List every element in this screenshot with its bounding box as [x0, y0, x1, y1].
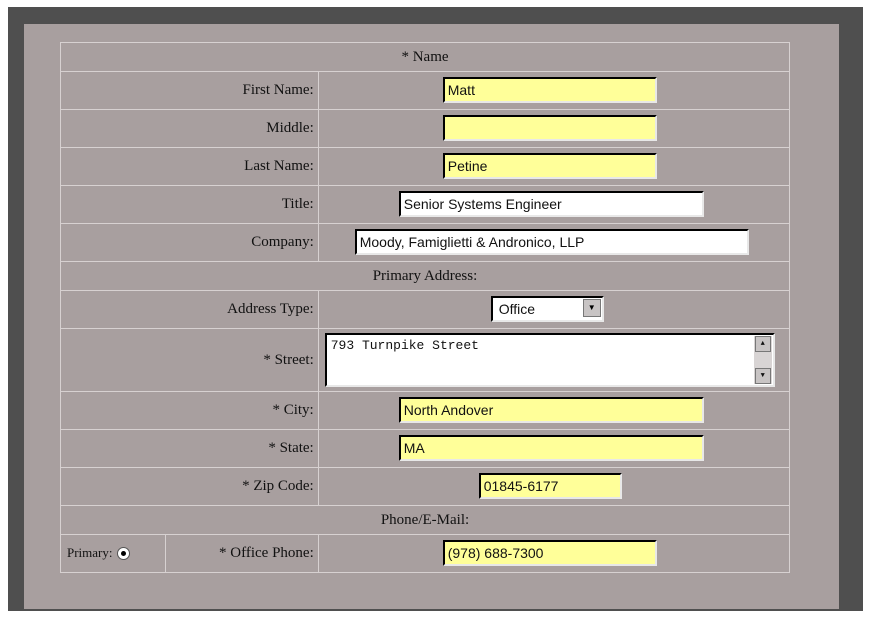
- address-type-value: Office: [498, 301, 536, 317]
- address-type-label: Address Type:: [60, 290, 319, 329]
- primary-cell: Primary:: [60, 534, 166, 573]
- first-name-label: First Name:: [60, 71, 319, 110]
- title-input[interactable]: Senior Systems Engineer: [398, 191, 704, 217]
- phone-section-header: Phone/E-Mail:: [60, 505, 790, 535]
- street-value: 793 Turnpike Street: [330, 338, 479, 353]
- zip-code-input[interactable]: 01845-6177: [478, 473, 622, 499]
- company-input[interactable]: Moody, Famiglietti & Andronico, LLP: [354, 229, 749, 255]
- first-name-input[interactable]: Matt: [442, 77, 657, 103]
- primary-radio[interactable]: [116, 547, 130, 561]
- scroll-up-icon[interactable]: ▲: [754, 336, 771, 352]
- address-type-select[interactable]: Office ▼: [490, 296, 604, 322]
- name-section-header: * Name: [60, 42, 790, 72]
- title-label: Title:: [60, 185, 319, 224]
- middle-name-input[interactable]: [442, 115, 657, 141]
- address-section-header: Primary Address:: [60, 261, 790, 291]
- company-label: Company:: [60, 223, 319, 262]
- city-label: * City:: [60, 391, 319, 430]
- chevron-down-icon[interactable]: ▼: [582, 299, 601, 317]
- last-name-label: Last Name:: [60, 147, 319, 186]
- state-label: * State:: [60, 429, 319, 468]
- middle-name-label: Middle:: [60, 109, 319, 148]
- primary-label: Primary:: [67, 545, 113, 560]
- office-phone-input[interactable]: (978) 688-7300: [442, 540, 657, 566]
- state-input[interactable]: MA: [398, 435, 704, 461]
- last-name-input[interactable]: Petine: [442, 153, 657, 179]
- street-scrollbar[interactable]: ▲ ▼: [753, 336, 772, 384]
- zip-code-label: * Zip Code:: [60, 467, 319, 506]
- scroll-down-icon[interactable]: ▼: [754, 368, 771, 384]
- contact-form: * Name First Name: Matt Middle: Last Nam…: [60, 42, 791, 573]
- city-input[interactable]: North Andover: [398, 397, 704, 423]
- form-page: * Name First Name: Matt Middle: Last Nam…: [24, 24, 839, 609]
- street-label: * Street:: [60, 328, 319, 392]
- street-textarea[interactable]: 793 Turnpike Street ▲ ▼: [324, 333, 775, 387]
- office-phone-label: * Office Phone:: [164, 534, 319, 573]
